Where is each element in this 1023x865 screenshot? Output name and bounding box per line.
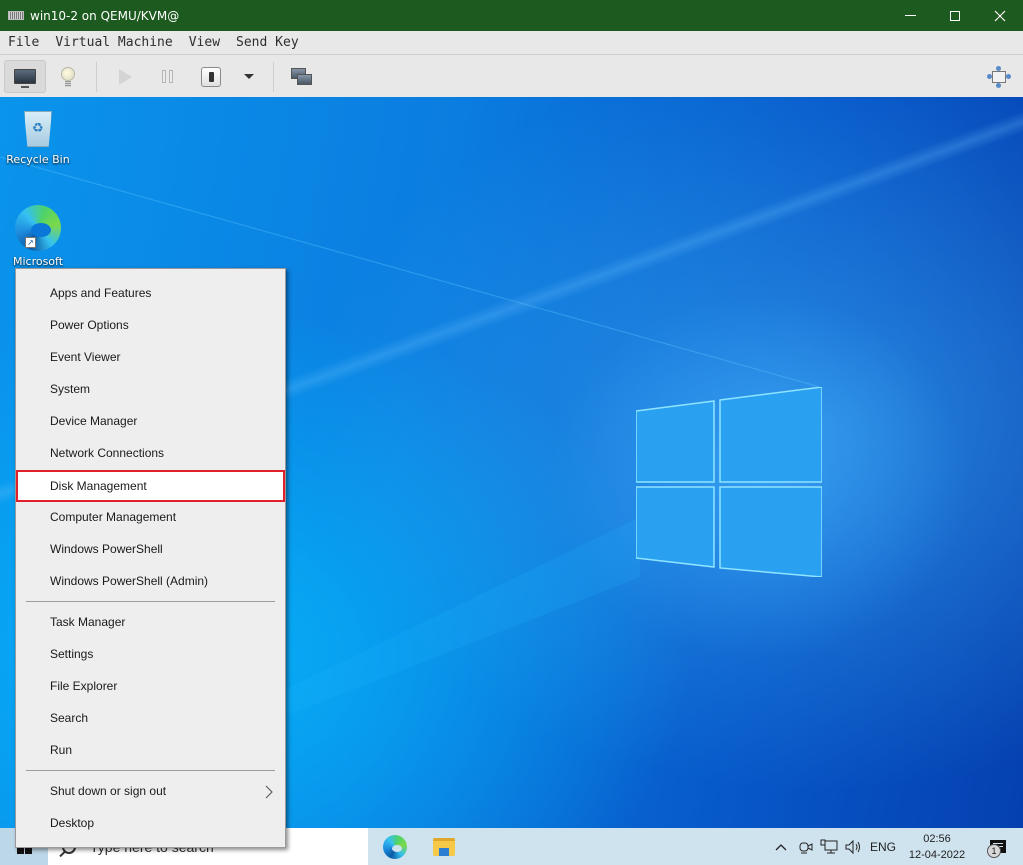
toolbar [0, 56, 1023, 97]
menu-item-device-manager[interactable]: Device Manager [16, 405, 285, 437]
edge-icon [383, 834, 407, 859]
power-icon [201, 66, 221, 87]
close-button[interactable] [977, 0, 1023, 31]
menu-item-system[interactable]: System [16, 373, 285, 405]
minimize-button[interactable] [887, 0, 933, 31]
menu-separator [26, 770, 275, 771]
clock-time: 02:56 [923, 832, 951, 845]
submenu-chevron-icon [265, 785, 273, 799]
maximize-button[interactable] [932, 0, 978, 31]
winx-context-menu: Apps and Features Power Options Event Vi… [15, 268, 286, 848]
menu-send-key[interactable]: Send Key [228, 31, 307, 55]
console-button[interactable] [4, 60, 46, 93]
menu-item-disk-management[interactable]: Disk Management [16, 470, 285, 502]
edge-icon: ↗ [13, 203, 63, 253]
windows-logo-wallpaper [636, 387, 822, 577]
menu-item-file-explorer[interactable]: File Explorer [16, 670, 285, 702]
pause-icon [161, 70, 173, 83]
fullscreen-icon [987, 65, 1011, 88]
notification-count-badge: 1 [987, 844, 1001, 858]
menu-item-task-manager[interactable]: Task Manager [16, 606, 285, 638]
close-icon [994, 10, 1006, 21]
monitor-icon [14, 69, 36, 88]
menu-item-apps-and-features[interactable]: Apps and Features [16, 277, 285, 309]
menu-file[interactable]: File [0, 31, 47, 55]
menu-item-event-viewer[interactable]: Event Viewer [16, 341, 285, 373]
maximize-icon [950, 10, 960, 21]
menu-item-label: Shut down or sign out [50, 784, 167, 798]
chevron-up-icon [775, 843, 787, 850]
desktop-icon-label: Microsoft [12, 255, 64, 268]
menu-item-shut-down-or-sign-out[interactable]: Shut down or sign out [16, 775, 285, 807]
menu-separator [26, 601, 275, 602]
input-language-button[interactable]: ENG [868, 828, 898, 865]
taskbar-clock[interactable]: 02:56 12-04-2022 [900, 828, 974, 865]
shortcut-arrow-icon: ↗ [25, 237, 36, 248]
volume-icon [845, 839, 860, 854]
menu-item-power-options[interactable]: Power Options [16, 309, 285, 341]
menu-bar: File Virtual Machine View Send Key [0, 31, 1023, 55]
menu-item-settings[interactable]: Settings [16, 638, 285, 670]
show-hidden-icons-button[interactable] [770, 828, 792, 865]
taskbar-app-microsoft-edge[interactable] [375, 831, 415, 862]
menu-item-network-connections[interactable]: Network Connections [16, 437, 285, 469]
screens-icon [291, 67, 313, 86]
dropdown-caret-icon [244, 74, 254, 79]
toolbar-separator [96, 62, 97, 92]
meet-now-icon [799, 842, 813, 853]
volume-button[interactable] [842, 828, 866, 865]
menu-item-search[interactable]: Search [16, 702, 285, 734]
lightbulb-icon [61, 66, 75, 87]
pause-button[interactable] [150, 60, 184, 93]
menu-view[interactable]: View [181, 31, 228, 55]
window-title: win10-2 on QEMU/KVM@ [30, 8, 180, 23]
run-button[interactable] [108, 60, 142, 93]
meet-now-button[interactable] [796, 828, 816, 865]
network-icon [820, 839, 838, 853]
fullscreen-button[interactable] [982, 60, 1016, 93]
recycle-bin-icon: ♻ [21, 107, 55, 149]
desktop-icon-label: Recycle Bin [6, 153, 70, 166]
title-bar: win10-2 on QEMU/KVM@ [0, 0, 1023, 31]
snapshots-button[interactable] [284, 60, 320, 93]
desktop-icon-recycle-bin[interactable]: ♻ Recycle Bin [0, 107, 76, 166]
virt-manager-icon [8, 11, 24, 20]
menu-item-windows-powershell-admin[interactable]: Windows PowerShell (Admin) [16, 565, 285, 597]
minimize-icon [904, 15, 916, 16]
shutdown-menu-button[interactable] [234, 60, 264, 93]
vm-window: win10-2 on QEMU/KVM@ File Virtual Machin… [0, 0, 1023, 865]
toolbar-separator [273, 62, 274, 92]
desktop-icon-microsoft-edge[interactable]: ↗ Microsoft [0, 203, 76, 268]
details-button[interactable] [50, 60, 86, 93]
menu-item-run[interactable]: Run [16, 734, 285, 766]
menu-virtual-machine[interactable]: Virtual Machine [47, 31, 180, 55]
network-button[interactable] [818, 828, 840, 865]
menu-item-computer-management[interactable]: Computer Management [16, 501, 285, 533]
shutdown-button[interactable] [194, 60, 228, 93]
clock-date: 12-04-2022 [908, 848, 966, 861]
taskbar-app-file-explorer[interactable] [424, 831, 464, 862]
play-icon [118, 68, 132, 85]
menu-item-windows-powershell[interactable]: Windows PowerShell [16, 533, 285, 565]
folder-icon [433, 837, 455, 856]
menu-item-desktop[interactable]: Desktop [16, 807, 285, 839]
